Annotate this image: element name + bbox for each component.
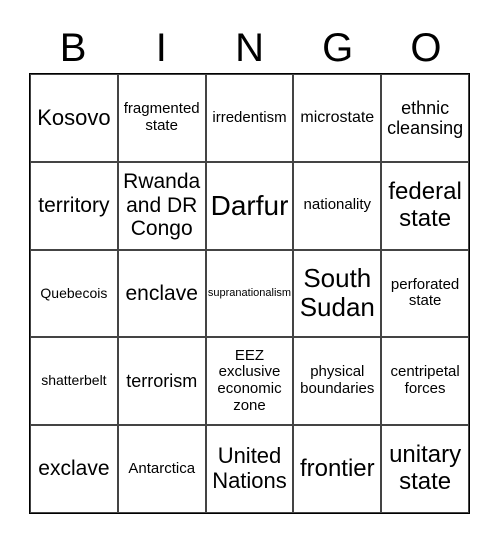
bingo-cell[interactable]: federal state [381, 161, 469, 250]
header-letter-g: G [322, 26, 354, 70]
bingo-cell[interactable]: terrorism [117, 337, 206, 426]
bingo-cell[interactable]: Rwanda and DR Congo [117, 161, 206, 250]
header-letter-n: N [235, 26, 264, 70]
bingo-cell[interactable]: irredentism [205, 74, 294, 162]
bingo-cell[interactable]: Darfur [205, 161, 294, 250]
bingo-cell[interactable]: Kosovo [30, 74, 118, 162]
header-letter-b: B [59, 26, 87, 70]
bingo-cell[interactable]: nationality [293, 161, 382, 250]
bingo-cell[interactable]: EEZ exclusive economic zone [205, 337, 294, 426]
bingo-cell[interactable]: United Nations [205, 425, 294, 513]
bingo-cell[interactable]: Antarctica [117, 425, 206, 513]
bingo-cell[interactable]: ethnic cleansing [381, 74, 469, 162]
header-letter-o: O [410, 26, 442, 70]
bingo-cell[interactable]: supranationalism [205, 249, 294, 338]
header-letter-i: I [155, 26, 167, 70]
bingo-cell[interactable]: exclave [30, 425, 118, 513]
bingo-cell[interactable]: physical boundaries [293, 337, 382, 426]
bingo-cell[interactable]: frontier [293, 425, 382, 513]
bingo-cell[interactable]: perforated state [381, 249, 469, 338]
bingo-cell[interactable]: shatterbelt [30, 337, 118, 426]
bingo-header: B I N G O [29, 24, 470, 72]
bingo-grid: Kosovo fragmented state irredentism micr… [29, 73, 470, 514]
bingo-cell[interactable]: unitary state [381, 425, 469, 513]
bingo-cell[interactable]: territory [30, 161, 118, 250]
bingo-cell[interactable]: Quebecois [30, 249, 118, 338]
bingo-cell[interactable]: enclave [117, 249, 206, 338]
bingo-cell[interactable]: centripetal forces [381, 337, 469, 426]
bingo-cell[interactable]: microstate [293, 74, 382, 162]
bingo-cell[interactable]: fragmented state [117, 74, 206, 162]
bingo-cell[interactable]: South Sudan [293, 249, 382, 338]
